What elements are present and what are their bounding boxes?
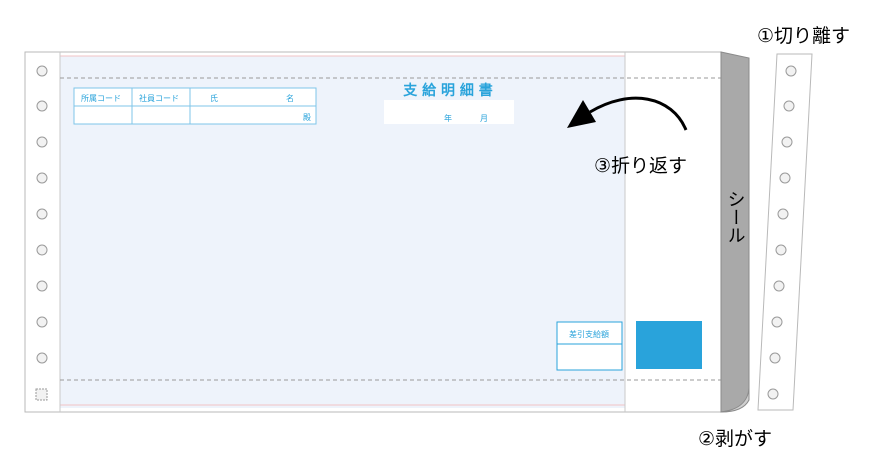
punch-hole-icon [769,352,781,364]
square-mark-icon [35,388,48,401]
net-pay-label: 差引支給額 [569,329,609,339]
payslip-diagram: 所属コード 社員コード 氏 名 殿 支 給 明 細 書 年 月 差引支給額 シー… [24,25,850,450]
year-label: 年 [444,113,452,123]
punch-hole-icon [36,316,48,328]
step-fold-label: ③折り返す [594,155,687,177]
punch-hole-icon [785,65,797,77]
seal-label: シール [725,190,746,244]
header-employee-code: 社員コード [139,93,179,103]
punch-hole-icon [773,280,785,292]
honorific-label: 殿 [303,113,311,122]
punch-hole-icon [36,208,48,220]
step-peel-label: ②剥がす [698,428,772,450]
detached-strip [757,53,813,411]
punch-hole-icon [36,100,48,112]
punch-hole-icon [36,65,48,77]
punch-hole-icon [779,172,791,184]
punch-hole-icon [783,100,795,112]
net-pay-filled-box [636,321,702,369]
punch-hole-icon [767,388,779,400]
punch-hole-icon [781,136,793,148]
step-cut-label: ①切り離す [757,25,850,47]
punch-hole-icon [36,136,48,148]
month-label: 月 [480,114,488,123]
punch-hole-icon [771,316,783,328]
punch-hole-icon [36,244,48,256]
punch-hole-icon [775,244,787,256]
header-given-name: 名 [286,93,294,103]
seal-strip: シール [720,51,750,413]
header-table: 所属コード 社員コード 氏 名 殿 [73,87,317,125]
header-department-code: 所属コード [81,93,121,103]
form-title: 支 給 明 細 書 [402,82,493,99]
punch-hole-icon [36,280,48,292]
header-surname: 氏 [210,94,218,103]
punch-hole-icon [36,172,48,184]
punch-hole-icon [777,208,789,220]
punch-hole-icon [36,352,48,364]
